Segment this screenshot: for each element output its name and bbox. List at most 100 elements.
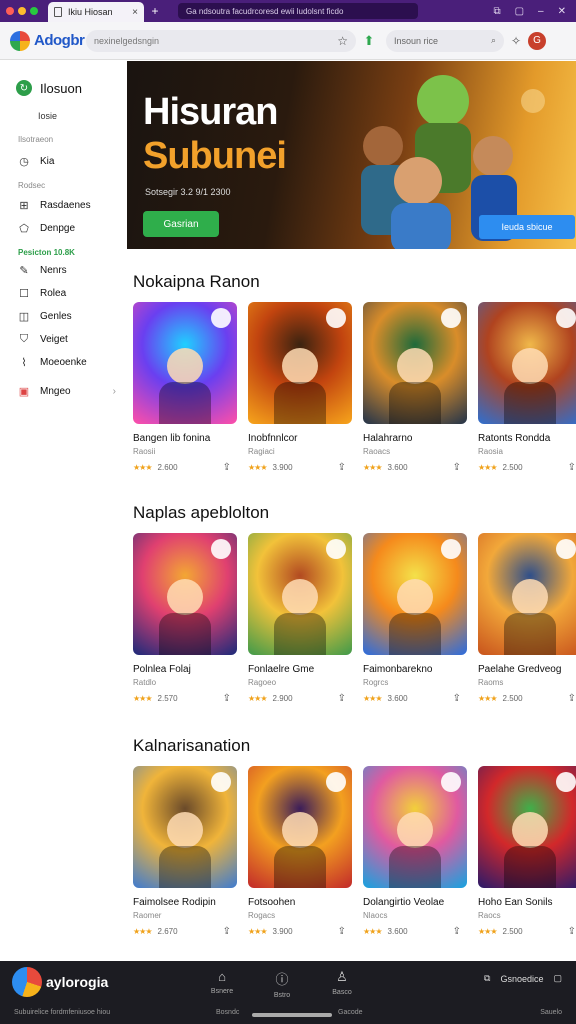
game-category: Ragoeo <box>248 678 277 687</box>
sidebar-item-kia[interactable]: ◷ Kia <box>0 150 126 173</box>
share-icon[interactable]: ⇪ <box>223 926 231 937</box>
share-icon[interactable]: ⇪ <box>223 693 231 704</box>
game-card[interactable]: Paelahe Gredveog Raoms ★★★ 2.500 ⇪ <box>478 533 576 704</box>
tab-profile[interactable]: ♙ Basco <box>330 969 354 999</box>
game-title[interactable]: Hoho Ean Sonils <box>478 897 576 908</box>
game-title[interactable]: Fonlaelre Gme <box>248 664 352 675</box>
new-tab-icon[interactable]: + <box>144 4 166 18</box>
game-title[interactable]: Inobfnnlcor <box>248 433 352 444</box>
game-card[interactable]: Inobfnnlcor Ragiaci ★★★ 3.900 ⇪ <box>248 302 352 473</box>
game-meta: ★★★ 2.900 ⇪ <box>248 693 352 704</box>
game-title[interactable]: Halahrarno <box>363 433 467 444</box>
game-title[interactable]: Ratonts Rondda <box>478 433 576 444</box>
game-thumbnail[interactable] <box>478 302 576 424</box>
sidebar-item-veiget[interactable]: ⛉ Veiget <box>0 328 126 351</box>
game-title[interactable]: Faimolsee Rodipin <box>133 897 237 908</box>
game-thumbnail[interactable] <box>478 533 576 655</box>
tab-label: Bstro <box>273 992 291 999</box>
game-card[interactable]: Halahrarno Raoacs ★★★ 3.600 ⇪ <box>363 302 467 473</box>
share-icon[interactable]: ⇪ <box>453 462 461 473</box>
share-icon[interactable]: ⇪ <box>338 926 346 937</box>
home-indicator[interactable] <box>252 1013 332 1017</box>
cast-icon[interactable]: ⧉ <box>484 973 490 984</box>
game-title[interactable]: Dolangirtio Veolae <box>363 897 467 908</box>
share-icon[interactable]: ⇪ <box>568 926 576 937</box>
close-window-icon[interactable] <box>6 7 14 15</box>
close-tab-icon[interactable]: × <box>132 7 138 18</box>
game-thumbnail[interactable] <box>248 766 352 888</box>
browser-tab[interactable]: Ikiu Hiosan × <box>48 2 144 22</box>
minimize-window-icon[interactable] <box>18 7 26 15</box>
url-input[interactable]: nexinelgedsngin ☆ <box>86 29 356 52</box>
tab-home[interactable]: ⌂ Bsnere <box>210 969 234 999</box>
game-thumbnail[interactable] <box>133 533 237 655</box>
game-card[interactable]: Ratonts Rondda Raosia ★★★ 2.500 ⇪ <box>478 302 576 473</box>
game-thumbnail[interactable] <box>133 766 237 888</box>
game-card[interactable]: Hoho Ean Sonils Raocs ★★★ 2.500 ⇪ <box>478 766 576 937</box>
game-thumbnail[interactable] <box>363 766 467 888</box>
game-rating: 3.900 <box>272 927 293 936</box>
tab-strip-url: Ga ndsoutra facudrcoresd ewii ludolsnt f… <box>178 3 418 19</box>
bottom-right-label[interactable]: Gsnoedice <box>500 974 543 984</box>
character-figure-icon <box>167 812 203 848</box>
game-card[interactable]: Fotsoohen Rogacs ★★★ 3.900 ⇪ <box>248 766 352 937</box>
brand-logo-icon <box>12 967 42 997</box>
game-card[interactable]: Fonlaelre Gme Ragoeo ★★★ 2.900 ⇪ <box>248 533 352 704</box>
sidebar-item-moeoenke[interactable]: ⌇ Moeoenke <box>0 351 126 374</box>
close-icon[interactable]: ✕ <box>558 6 566 17</box>
sidebar-item-nenrs[interactable]: ✎ Nenrs <box>0 259 126 282</box>
sparkle-icon[interactable]: ✧ <box>504 34 528 48</box>
game-rating: 2.600 <box>157 463 178 472</box>
chart-icon: ⌇ <box>21 357 27 369</box>
game-card[interactable]: Polnlea Folaj Ratdlo ★★★ 2.570 ⇪ <box>133 533 237 704</box>
site-search-input[interactable]: Insoun rice ⌕ <box>386 29 504 52</box>
game-thumbnail[interactable] <box>248 302 352 424</box>
sidebar-brand[interactable]: ↻ Ilosuon <box>0 61 126 101</box>
sidebar-item-mngeo[interactable]: ▣ Mngeo › <box>0 380 126 403</box>
share-icon[interactable]: ⇪ <box>338 462 346 473</box>
search-icon[interactable]: ⌕ <box>491 35 496 46</box>
character-figure-icon <box>167 579 203 615</box>
game-title[interactable]: Fotsoohen <box>248 897 352 908</box>
sidebar-item-rasdaenes[interactable]: ⊞ Rasdaenes <box>0 194 126 217</box>
badge-icon <box>211 308 231 328</box>
security-shield-icon[interactable]: ⬆ <box>356 33 382 49</box>
share-icon[interactable]: ⇪ <box>568 462 576 473</box>
hero-secondary-button[interactable]: Ieuda sbicue <box>479 215 575 239</box>
game-category: Raoms <box>478 678 504 687</box>
game-card[interactable]: Faimonbarekno Rogrcs ★★★ 3.600 ⇪ <box>363 533 467 704</box>
game-thumbnail[interactable] <box>363 533 467 655</box>
square-icon[interactable]: ▢ <box>553 973 562 984</box>
sidebar-item-denpge[interactable]: ⬠ Denpge <box>0 217 126 240</box>
avatar[interactable]: G <box>528 31 546 50</box>
game-title[interactable]: Polnlea Folaj <box>133 664 237 675</box>
game-card[interactable]: Faimolsee Rodipin Raomer ★★★ 2.670 ⇪ <box>133 766 237 937</box>
hero-play-button[interactable]: Gasrian <box>143 211 219 237</box>
extension-icon[interactable]: ⧉ <box>493 6 500 17</box>
restore-icon[interactable]: ▢ <box>515 6 524 17</box>
star-rating-icon: ★★★ <box>363 463 382 472</box>
sidebar-item-genles[interactable]: ◫ Genles <box>0 305 126 328</box>
game-thumbnail[interactable] <box>133 302 237 424</box>
game-card[interactable]: Dolangirtio Veolae Nlaocs ★★★ 3.600 ⇪ <box>363 766 467 937</box>
share-icon[interactable]: ⇪ <box>568 693 576 704</box>
site-logo[interactable]: Adogbr <box>0 30 86 51</box>
game-thumbnail[interactable] <box>248 533 352 655</box>
share-icon[interactable]: ⇪ <box>453 926 461 937</box>
game-thumbnail[interactable] <box>363 302 467 424</box>
share-icon[interactable]: ⇪ <box>453 693 461 704</box>
sidebar-item-rolea[interactable]: ☐ Rolea <box>0 282 126 305</box>
tab-store[interactable]: ⓘ Bstro <box>270 969 294 999</box>
game-title[interactable]: Paelahe Gredveog <box>478 664 576 675</box>
share-icon[interactable]: ⇪ <box>223 462 231 473</box>
bookmark-star-icon[interactable]: ☆ <box>337 34 348 48</box>
share-icon[interactable]: ⇪ <box>338 693 346 704</box>
bottom-brand[interactable]: aylorogia <box>12 967 108 997</box>
minimize-icon[interactable]: – <box>538 6 544 17</box>
game-card[interactable]: Bangen lib fonina Raosii ★★★ 2.600 ⇪ <box>133 302 237 473</box>
game-thumbnail[interactable] <box>478 766 576 888</box>
hero-banner[interactable]: Hisuran Subunei Sotsegir 3.2 9/1 2300 Ga… <box>127 61 576 249</box>
game-title[interactable]: Faimonbarekno <box>363 664 467 675</box>
maximize-window-icon[interactable] <box>30 7 38 15</box>
game-title[interactable]: Bangen lib fonina <box>133 433 237 444</box>
